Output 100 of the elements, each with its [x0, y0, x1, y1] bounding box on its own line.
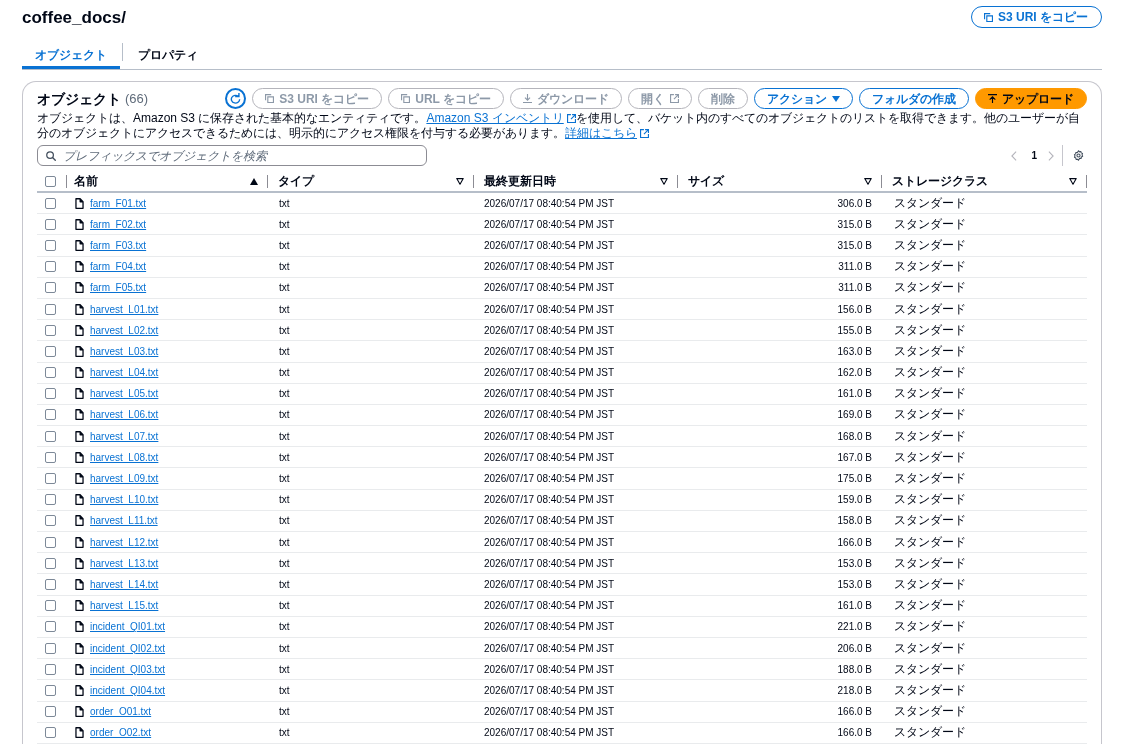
file-link[interactable]: incident_QI01.txt [90, 621, 166, 633]
file-size: 175.0 B [837, 473, 872, 485]
file-link[interactable]: harvest_L14.txt [90, 578, 159, 590]
row-checkbox[interactable] [45, 642, 56, 654]
row-checkbox[interactable] [45, 663, 56, 675]
file-icon [75, 388, 84, 400]
row-checkbox[interactable] [45, 515, 56, 527]
file-size: 315.0 B [837, 239, 872, 251]
row-checkbox[interactable] [45, 578, 56, 590]
file-link[interactable]: harvest_L04.txt [90, 367, 159, 379]
row-checkbox[interactable] [45, 557, 56, 569]
file-icon [75, 473, 84, 485]
row-checkbox[interactable] [45, 706, 56, 718]
row-checkbox[interactable] [45, 388, 56, 400]
row-checkbox[interactable] [45, 684, 56, 696]
file-link[interactable]: harvest_L01.txt [90, 303, 159, 315]
file-icon [75, 345, 84, 357]
row-checkbox[interactable] [45, 430, 56, 442]
tab[interactable]: プロパティ [125, 42, 211, 69]
row-checkbox[interactable] [45, 536, 56, 548]
row-checkbox[interactable] [45, 282, 56, 294]
file-icon [75, 494, 84, 506]
file-link[interactable]: harvest_L06.txt [90, 409, 159, 421]
file-type: txt [279, 303, 290, 315]
column-header[interactable]: 最終更新日時 [474, 173, 556, 190]
file-link[interactable]: harvest_L11.txt [90, 515, 158, 527]
modified-date: 2026/07/17 08:40:54 PM JST [484, 578, 615, 590]
row-checkbox[interactable] [45, 367, 56, 379]
storage-class: スタンダード [894, 406, 966, 424]
sort-icon[interactable] [864, 178, 872, 185]
file-link[interactable]: harvest_L09.txt [90, 473, 159, 485]
file-link[interactable]: incident_QI02.txt [90, 642, 166, 654]
file-link[interactable]: harvest_L10.txt [90, 494, 159, 506]
file-link[interactable]: harvest_L03.txt [90, 345, 159, 357]
column-header[interactable]: ストレージクラス [882, 173, 988, 190]
column-header[interactable]: タイプ [268, 173, 314, 190]
row-checkbox[interactable] [45, 600, 56, 612]
storage-class: スタンダード [894, 491, 966, 509]
row-checkbox[interactable] [45, 473, 56, 485]
tab[interactable]: オブジェクト [22, 42, 120, 69]
file-type: txt [279, 663, 290, 675]
row-checkbox[interactable] [45, 239, 56, 251]
file-size: 166.0 B [837, 536, 872, 548]
row-checkbox[interactable] [45, 218, 56, 230]
file-link[interactable]: harvest_L12.txt [90, 536, 159, 548]
file-type: txt [279, 451, 290, 463]
file-type: txt [279, 345, 290, 357]
file-link[interactable]: harvest_L13.txt [90, 557, 159, 569]
page-number[interactable]: 1 [1031, 150, 1037, 161]
file-size: 306.0 B [837, 197, 872, 209]
upload-button[interactable]: アップロード [975, 88, 1087, 109]
row-checkbox[interactable] [45, 303, 56, 315]
file-size: 161.0 B [837, 600, 872, 612]
description-text: オブジェクトは、Amazon S3 に保存された基本的なエンティティです。Amazon S3 インベントリ を使用して、バケット内のすべてのオブジェクトのリストを取得できます。他のユーザーが自分のオブジェクトにアクセスできるためには、明示的にアクセス権限を付与する必要があります。詳細はこちら [37, 111, 1081, 141]
storage-class: スタンダード [894, 321, 966, 339]
file-size: 155.0 B [837, 324, 872, 336]
inline-link[interactable]: Amazon S3 インベントリ [426, 111, 576, 125]
file-link[interactable]: harvest_L05.txt [90, 388, 159, 400]
file-link[interactable]: harvest_L02.txt [90, 324, 159, 336]
sort-icon[interactable] [1069, 178, 1077, 185]
inline-link[interactable]: 詳細はこちら [565, 126, 649, 140]
row-checkbox[interactable] [45, 324, 56, 336]
file-link[interactable]: harvest_L15.txt [90, 600, 159, 612]
row-checkbox[interactable] [45, 345, 56, 357]
file-link[interactable]: harvest_L08.txt [90, 451, 159, 463]
search-field[interactable]: プレフィックスでオブジェクトを検索 [37, 145, 427, 166]
row-checkbox[interactable] [45, 621, 56, 633]
refresh-button[interactable] [225, 88, 247, 109]
file-link[interactable]: order_O01.txt [90, 706, 152, 718]
file-link[interactable]: farm_F01.txt [90, 197, 147, 209]
preferences-button[interactable] [1073, 150, 1084, 161]
modified-date: 2026/07/17 08:40:54 PM JST [484, 367, 615, 379]
file-link[interactable]: order_O02.txt [90, 727, 152, 739]
file-link[interactable]: farm_F04.txt [90, 261, 147, 273]
copy-button[interactable]: S3 URI をコピー [971, 6, 1102, 28]
create-folder-button[interactable]: フォルダの作成 [859, 88, 969, 109]
sort-icon[interactable] [456, 178, 464, 185]
column-header[interactable]: サイズ [678, 173, 724, 190]
select-all-checkbox[interactable] [45, 176, 56, 187]
file-link[interactable]: incident_QI03.txt [90, 663, 166, 675]
storage-class: スタンダード [894, 427, 966, 445]
file-type: txt [279, 684, 290, 696]
modified-date: 2026/07/17 08:40:54 PM JST [484, 557, 615, 569]
column-header[interactable]: 名前 [67, 173, 98, 190]
sort-icon[interactable] [660, 178, 668, 185]
file-link[interactable]: harvest_L07.txt [90, 430, 159, 442]
row-checkbox[interactable] [45, 727, 56, 739]
row-checkbox[interactable] [45, 197, 56, 209]
file-link[interactable]: farm_F02.txt [90, 218, 147, 230]
file-size: 162.0 B [837, 367, 872, 379]
actions-dropdown-button[interactable]: アクション [754, 88, 853, 109]
file-link[interactable]: farm_F05.txt [90, 282, 147, 294]
row-checkbox[interactable] [45, 409, 56, 421]
row-checkbox[interactable] [45, 494, 56, 506]
row-checkbox[interactable] [45, 451, 56, 463]
file-type: txt [279, 557, 290, 569]
sort-ascending-icon[interactable] [250, 178, 258, 185]
file-link[interactable]: incident_QI04.txt [90, 684, 166, 696]
file-link[interactable]: farm_F03.txt [90, 239, 147, 251]
row-checkbox[interactable] [45, 261, 56, 273]
